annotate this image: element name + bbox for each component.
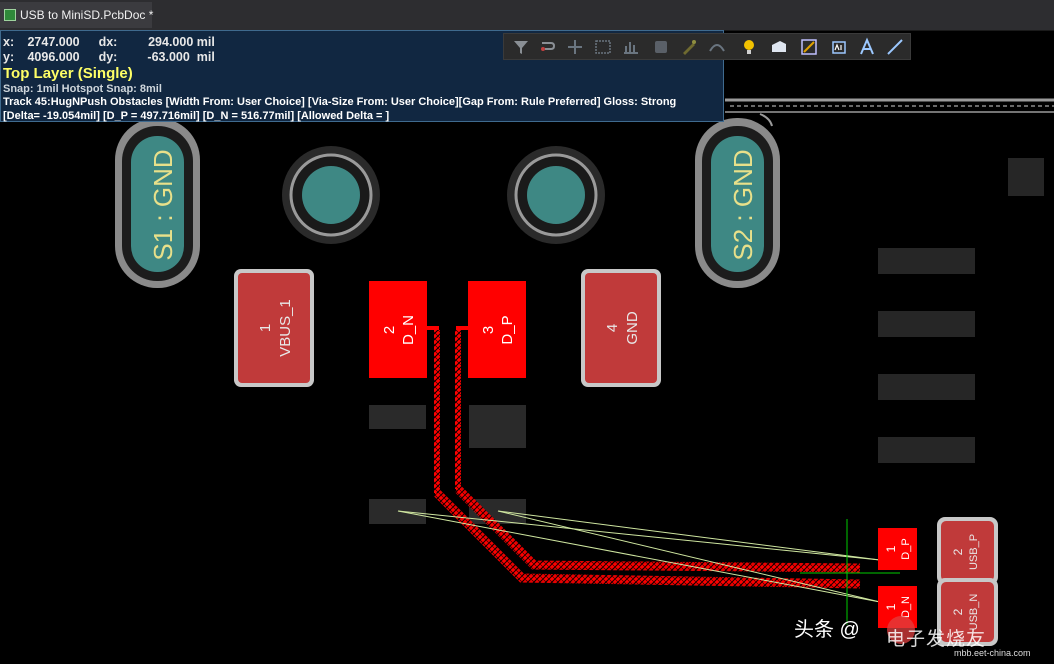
pad-s2-label: S2 : GND xyxy=(728,149,758,260)
x-value: 2747.000 xyxy=(27,35,80,49)
line-icon[interactable] xyxy=(884,36,906,58)
dimension-icon[interactable] xyxy=(798,36,820,58)
ratsnest-lines xyxy=(397,510,881,603)
pad-2-d-n[interactable]: 2 D_N xyxy=(369,281,427,378)
inactive-pad xyxy=(1008,158,1044,196)
pad-s2-gnd[interactable]: S2 : GND xyxy=(695,118,780,288)
mounting-hole-right[interactable] xyxy=(507,146,605,244)
inactive-pad xyxy=(878,248,975,274)
watermark-text: 头条 @ xyxy=(794,619,860,641)
pad-4-number: 4 xyxy=(604,324,621,332)
inactive-pad xyxy=(878,374,975,400)
chart-icon[interactable] xyxy=(620,36,642,58)
document-tab-label: USB to MiniSD.PcbDoc * xyxy=(20,8,154,22)
inactive-pad xyxy=(878,311,975,337)
inactive-pad xyxy=(369,499,426,524)
pad-1-net: VBUS_1 xyxy=(277,299,294,357)
watermark-url: mbb.eet-china.com xyxy=(954,648,1031,658)
pad-3-number: 3 xyxy=(480,326,497,334)
pad-s1-label: S1 : GND xyxy=(148,149,178,260)
string-icon[interactable] xyxy=(828,36,850,58)
fill-icon[interactable] xyxy=(768,36,790,58)
pad-4-net: GND xyxy=(624,311,641,345)
dx-value: 294.000 mil xyxy=(148,35,215,49)
watermark: 头条 @ 电子发烧友 mbb.eet-china.com xyxy=(794,612,1044,658)
usb-p-number: 2 xyxy=(951,548,965,555)
pen-icon[interactable] xyxy=(678,36,700,58)
x-label: x: xyxy=(3,35,15,49)
component-icon[interactable] xyxy=(650,36,672,58)
dy-label: dy: xyxy=(98,50,118,64)
pad-s1-gnd[interactable]: S1 : GND xyxy=(115,118,200,288)
pad-3-d-p[interactable]: 3 D_P xyxy=(468,281,526,378)
select-rect-icon[interactable] xyxy=(592,36,614,58)
usb-p-net: USB_P xyxy=(968,534,980,570)
arc-icon[interactable] xyxy=(706,36,728,58)
pad-usb-p[interactable]: 2 USB_P xyxy=(937,517,998,585)
document-tab[interactable]: USB to MiniSD.PcbDoc * xyxy=(0,2,154,28)
current-layer: Top Layer (Single) xyxy=(3,65,133,82)
pad-1-number: 1 xyxy=(257,324,274,332)
snap-info: Snap: 1mil Hotspot Snap: 8mil xyxy=(3,83,162,95)
inactive-pad xyxy=(369,405,426,429)
length-delta-info: [Delta= -19.054mil] [D_P = 497.716mil] [… xyxy=(3,110,390,122)
inactive-pad xyxy=(878,437,975,463)
right-pad-1-d-p[interactable]: 1 D_P xyxy=(878,528,917,570)
pad-2-net: D_N xyxy=(400,315,417,345)
pcb-document-icon xyxy=(4,9,16,21)
dx-label: dx: xyxy=(98,35,118,49)
mounting-hole-left[interactable] xyxy=(282,146,380,244)
pad-4-gnd[interactable]: 4 GND xyxy=(581,269,661,387)
right-pad-1-net: D_P xyxy=(900,538,912,559)
right-pad-2-number: 1 xyxy=(884,603,898,610)
y-value: 4096.000 xyxy=(27,50,80,64)
pad-3-net: D_P xyxy=(499,315,516,344)
document-tab-bar: USB to MiniSD.PcbDoc * xyxy=(0,0,1054,31)
dy-value: -63.000 mil xyxy=(147,50,215,64)
text-icon[interactable] xyxy=(856,36,878,58)
hud-x-line: x: 2747.000 dx: 294.000 mil xyxy=(3,35,215,49)
right-pad-1-number: 1 xyxy=(884,545,898,552)
pad-2-number: 2 xyxy=(381,326,398,334)
pad-1-vbus[interactable]: 1 VBUS_1 xyxy=(234,269,314,387)
route-icon[interactable] xyxy=(537,36,559,58)
cross-icon[interactable] xyxy=(564,36,586,58)
y-label: y: xyxy=(3,50,15,64)
routing-mode-info: Track 45:HugNPush Obstacles [Width From:… xyxy=(3,96,677,108)
hud-y-line: y: 4096.000 dy: -63.000 mil xyxy=(3,50,215,64)
bulb-icon[interactable] xyxy=(738,36,760,58)
pcb-canvas[interactable]: S1 : GND S2 : GND 1 VBUS_1 4 GND 2 D_N 3… xyxy=(0,30,1054,664)
board-outline xyxy=(725,98,1054,127)
active-bar-toolbar xyxy=(503,33,911,60)
inactive-pad xyxy=(469,405,526,448)
filter-icon[interactable] xyxy=(510,36,532,58)
